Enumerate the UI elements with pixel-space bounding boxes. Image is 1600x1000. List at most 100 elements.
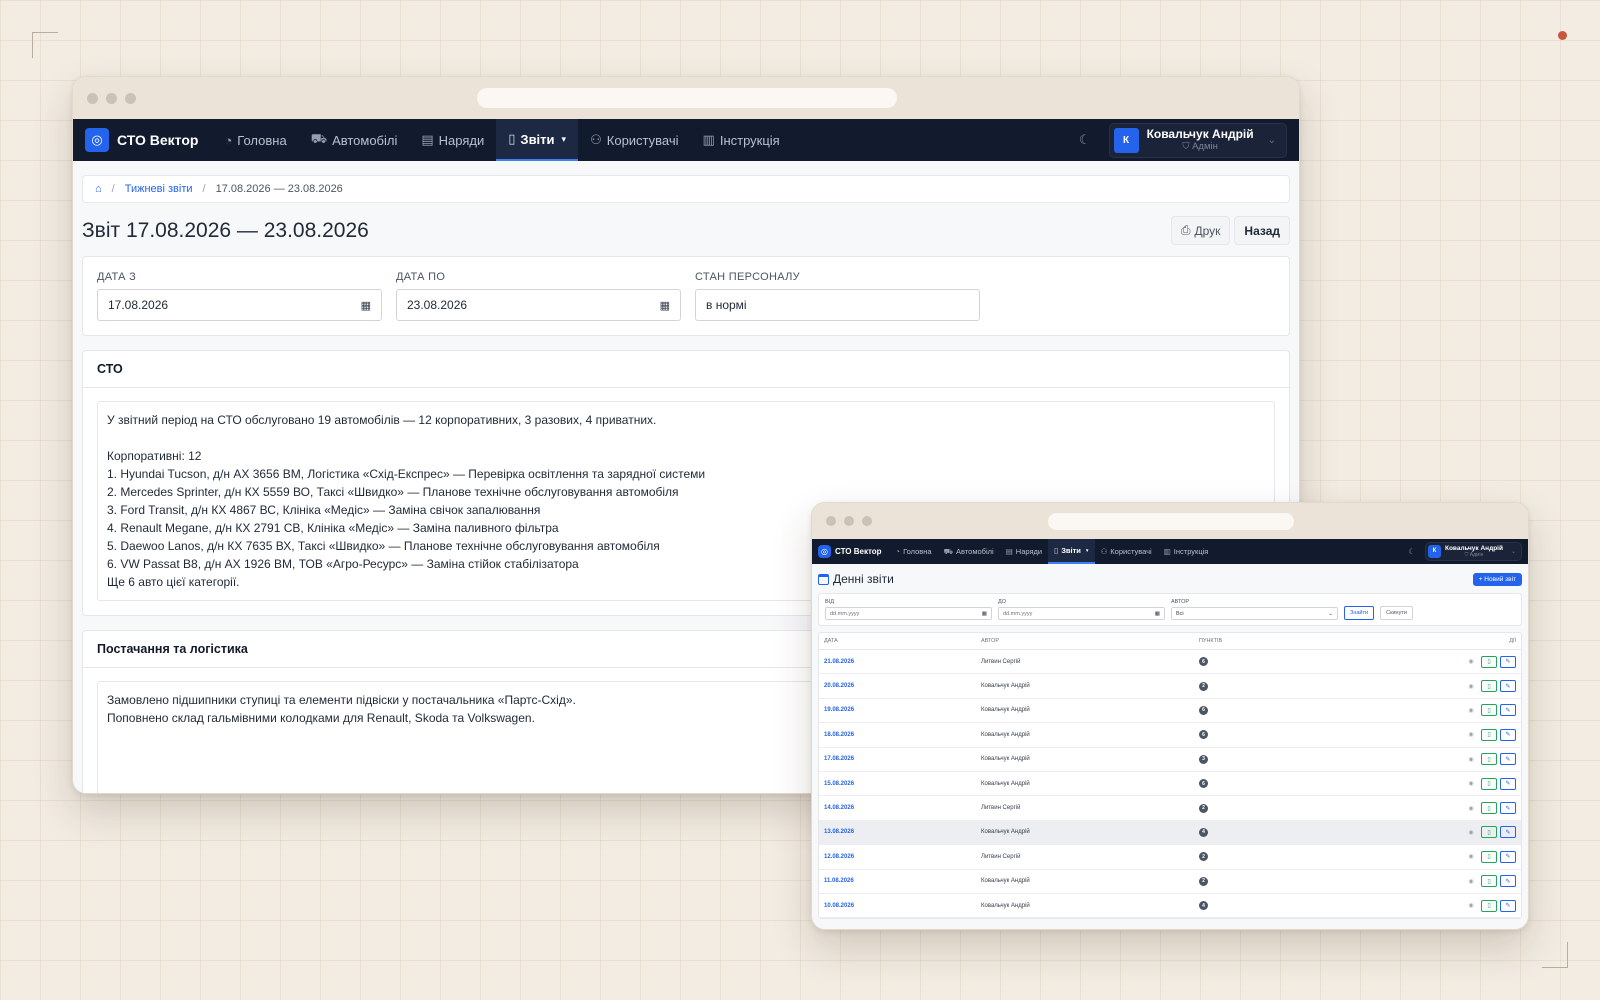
edit-pencil-icon[interactable]: ✎ <box>1500 680 1516 693</box>
breadcrumb-link-weekly-reports[interactable]: Тижневі звіти <box>125 183 193 195</box>
table-row[interactable]: 19.08.2026 Ковальчук Андрій 6 ◉ ▯ ✎ <box>819 699 1521 724</box>
document-icon[interactable]: ▯ <box>1481 802 1497 815</box>
nav-item-guide[interactable]: ▥ Інструкція <box>1158 539 1215 564</box>
calendar-icon[interactable]: ▦ <box>660 299 670 312</box>
column-header-items[interactable]: ПУНКТІВ <box>1199 638 1419 644</box>
document-icon[interactable]: ▯ <box>1481 753 1497 766</box>
back-button[interactable]: Назад <box>1234 216 1290 245</box>
view-icon[interactable]: ◉ <box>1464 756 1478 763</box>
print-button[interactable]: ⎙ Друк <box>1170 216 1231 245</box>
close-window-dot[interactable] <box>87 92 98 104</box>
nav-item-orders[interactable]: ▤ Наряди <box>409 119 496 161</box>
table-row[interactable]: 12.08.2026 Литвин Сергій 2 ◉ ▯ ✎ <box>819 845 1521 870</box>
row-date-link[interactable]: 14.08.2026 <box>824 805 981 811</box>
address-bar[interactable] <box>1048 513 1294 530</box>
nav-item-reports[interactable]: ▯ Звіти ▾ <box>496 119 579 161</box>
brand-link[interactable]: ◎ СТО Вектор <box>818 545 882 558</box>
calendar-icon[interactable]: ▦ <box>1155 611 1160 617</box>
table-row[interactable]: 11.08.2026 Ковальчук Андрій 2 ◉ ▯ ✎ <box>819 870 1521 894</box>
table-row[interactable]: 21.08.2026 Литвин Сергій 6 ◉ ▯ ✎ <box>819 650 1521 675</box>
edit-pencil-icon[interactable]: ✎ <box>1500 704 1516 717</box>
moon-icon[interactable]: ☾ <box>1079 132 1091 148</box>
document-icon[interactable]: ▯ <box>1481 704 1497 717</box>
reset-button[interactable]: Скинути <box>1380 606 1413 620</box>
user-menu[interactable]: К Ковальчук Андрій ⛉ Адмін ⌄ <box>1424 541 1522 562</box>
view-icon[interactable]: ◉ <box>1464 805 1478 812</box>
nav-item-orders[interactable]: ▤ Наряди <box>1000 539 1048 564</box>
row-date-link[interactable]: 12.08.2026 <box>824 854 981 860</box>
view-icon[interactable]: ◉ <box>1464 658 1478 665</box>
document-icon[interactable]: ▯ <box>1481 850 1497 863</box>
document-icon[interactable]: ▯ <box>1481 826 1497 839</box>
nav-item-users[interactable]: ⚇ Користувачі <box>578 119 690 161</box>
nav-item-home[interactable]: ◔ Головна <box>212 119 298 161</box>
edit-pencil-icon[interactable]: ✎ <box>1500 826 1516 839</box>
view-icon[interactable]: ◉ <box>1464 683 1478 690</box>
table-row[interactable]: 10.08.2026 Ковальчук Андрій 4 ◉ ▯ ✎ <box>819 894 1521 919</box>
row-date-link[interactable]: 17.08.2026 <box>824 756 981 762</box>
address-bar[interactable] <box>477 88 897 108</box>
maximize-window-dot[interactable] <box>862 516 872 526</box>
edit-pencil-icon[interactable]: ✎ <box>1500 655 1516 668</box>
filter-author-select[interactable]: Всі ⌄ <box>1171 607 1338 620</box>
view-icon[interactable]: ◉ <box>1464 829 1478 836</box>
new-report-button[interactable]: + Новий звіт <box>1472 572 1522 586</box>
calendar-icon[interactable]: ▦ <box>361 299 371 312</box>
edit-pencil-icon[interactable]: ✎ <box>1500 899 1516 912</box>
column-header-author[interactable]: АВТОР <box>981 638 1199 644</box>
edit-pencil-icon[interactable]: ✎ <box>1500 802 1516 815</box>
row-date-link[interactable]: 19.08.2026 <box>824 707 981 713</box>
table-row[interactable]: 13.08.2026 Ковальчук Андрій 4 ◉ ▯ ✎ <box>819 820 1521 846</box>
nav-item-users[interactable]: ⚇ Користувачі <box>1095 539 1158 564</box>
maximize-window-dot[interactable] <box>125 92 136 104</box>
nav-item-reports[interactable]: ▯ Звіти ▾ <box>1048 539 1095 564</box>
document-icon[interactable]: ▯ <box>1481 875 1497 888</box>
row-date-link[interactable]: 11.08.2026 <box>824 878 981 884</box>
minimize-window-dot[interactable] <box>106 92 117 104</box>
document-icon[interactable]: ▯ <box>1481 655 1497 668</box>
row-date-link[interactable]: 15.08.2026 <box>824 781 981 787</box>
nav-item-vehicles[interactable]: ⛟ Автомобілі <box>299 119 410 161</box>
edit-pencil-icon[interactable]: ✎ <box>1500 850 1516 863</box>
table-row[interactable]: 20.08.2026 Ковальчук Андрій 2 ◉ ▯ ✎ <box>819 674 1521 699</box>
row-date-link[interactable]: 20.08.2026 <box>824 683 981 689</box>
find-button[interactable]: Знайти <box>1344 606 1375 620</box>
staff-status-input[interactable]: в нормі <box>695 289 980 321</box>
filter-from-input[interactable]: dd.mm.yyyy ▦ <box>825 607 992 620</box>
document-icon[interactable]: ▯ <box>1481 728 1497 741</box>
column-header-date[interactable]: ДАТА <box>824 638 981 644</box>
row-date-link[interactable]: 21.08.2026 <box>824 659 981 665</box>
edit-pencil-icon[interactable]: ✎ <box>1500 875 1516 888</box>
document-icon[interactable]: ▯ <box>1481 899 1497 912</box>
document-icon[interactable]: ▯ <box>1481 680 1497 693</box>
nav-item-guide[interactable]: ▥ Інструкція <box>691 119 792 161</box>
table-row[interactable]: 17.08.2026 Ковальчук Андрій 3 ◉ ▯ ✎ <box>819 748 1521 772</box>
row-date-link[interactable]: 13.08.2026 <box>824 829 981 835</box>
brand-link[interactable]: ◎ СТО Вектор <box>85 128 198 152</box>
filter-to-input[interactable]: dd.mm.yyyy ▦ <box>998 607 1165 620</box>
calendar-icon[interactable]: ▦ <box>982 611 987 617</box>
user-menu[interactable]: К Ковальчук Андрій ⛉ Адмін ⌄ <box>1108 122 1287 158</box>
moon-icon[interactable]: ☾ <box>1408 547 1415 556</box>
date-to-input[interactable]: 23.08.2026 ▦ <box>396 289 681 321</box>
view-icon[interactable]: ◉ <box>1464 780 1478 787</box>
view-icon[interactable]: ◉ <box>1464 707 1478 714</box>
table-row[interactable]: 14.08.2026 Литвин Сергій 2 ◉ ▯ ✎ <box>819 796 1521 821</box>
edit-pencil-icon[interactable]: ✎ <box>1500 777 1516 790</box>
table-row[interactable]: 15.08.2026 Ковальчук Андрій 6 ◉ ▯ ✎ <box>819 772 1521 797</box>
edit-pencil-icon[interactable]: ✎ <box>1500 753 1516 766</box>
minimize-window-dot[interactable] <box>844 516 854 526</box>
document-icon[interactable]: ▯ <box>1481 777 1497 790</box>
table-row[interactable]: 18.08.2026 Ковальчук Андрій 6 ◉ ▯ ✎ <box>819 723 1521 748</box>
view-icon[interactable]: ◉ <box>1464 902 1478 909</box>
view-icon[interactable]: ◉ <box>1464 878 1478 885</box>
view-icon[interactable]: ◉ <box>1464 731 1478 738</box>
row-date-link[interactable]: 18.08.2026 <box>824 732 981 738</box>
view-icon[interactable]: ◉ <box>1464 853 1478 860</box>
nav-item-vehicles[interactable]: ⛟ Автомобілі <box>938 539 1000 564</box>
home-icon[interactable]: ⌂ <box>95 183 102 195</box>
date-from-input[interactable]: 17.08.2026 ▦ <box>97 289 382 321</box>
edit-pencil-icon[interactable]: ✎ <box>1500 728 1516 741</box>
row-date-link[interactable]: 10.08.2026 <box>824 903 981 909</box>
close-window-dot[interactable] <box>826 516 836 526</box>
